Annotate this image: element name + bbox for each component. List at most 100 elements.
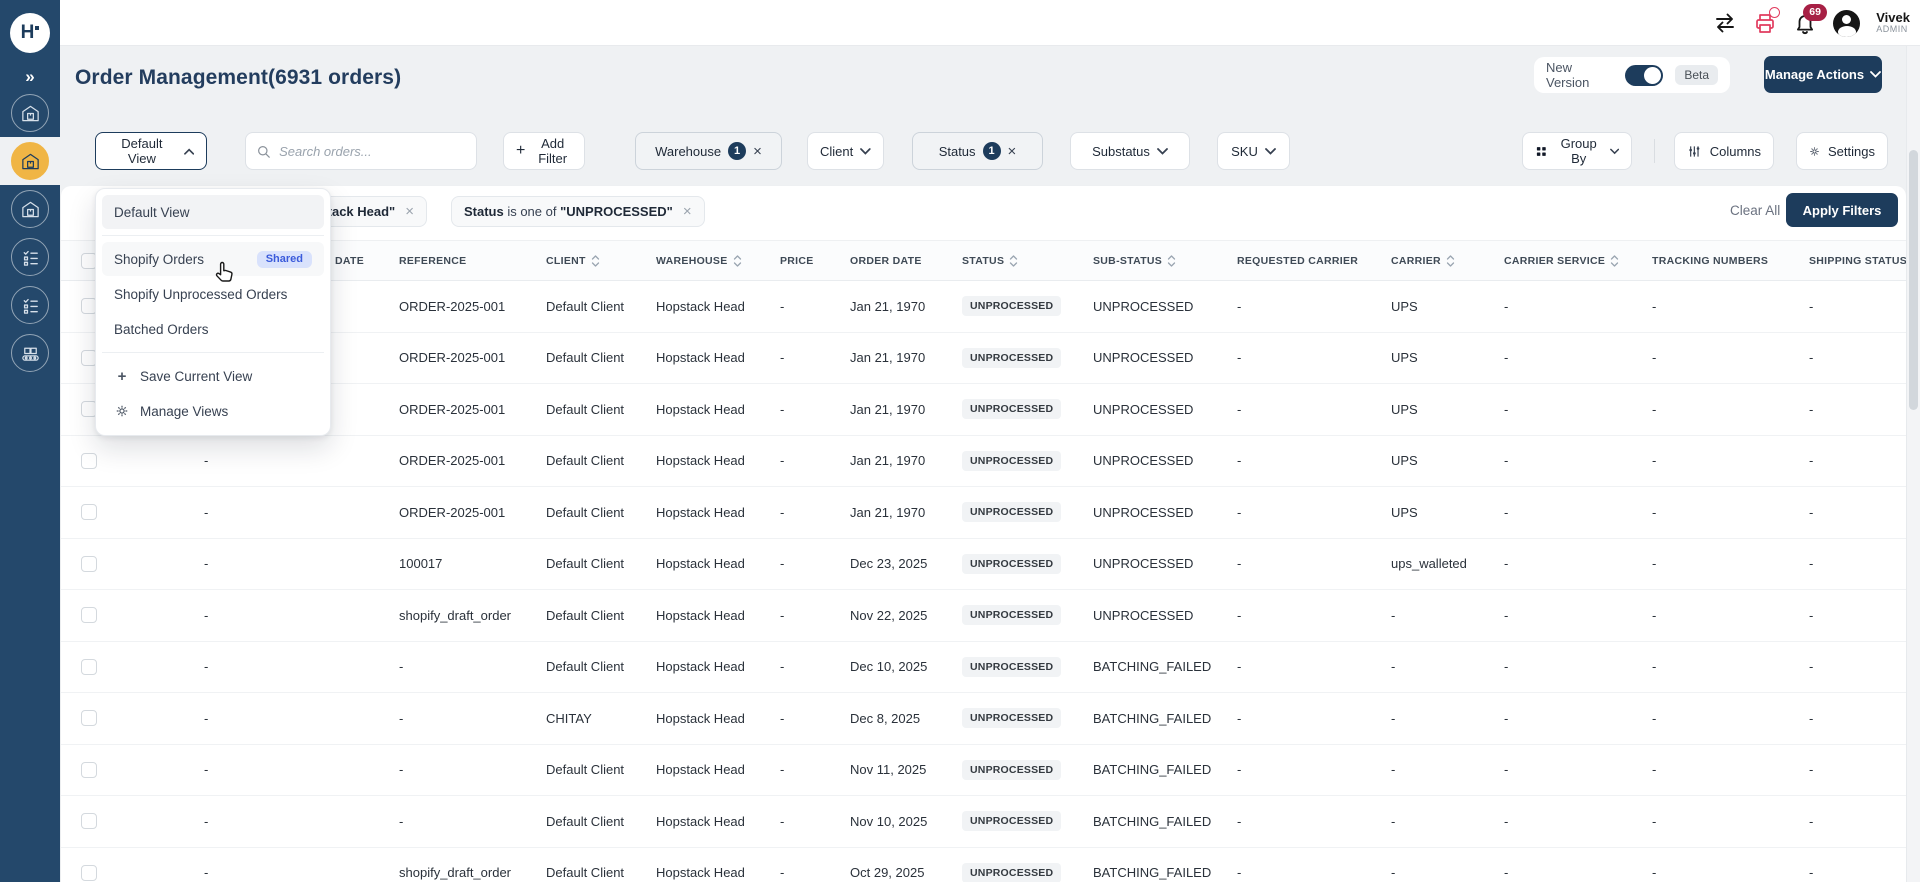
view-menu-item-label: Batched Orders [114,322,209,337]
cell-client: Default Client [546,453,656,468]
cell-sub-status: UNPROCESSED [1093,556,1237,571]
vertical-scrollbar[interactable] [1906,46,1920,882]
cell-requested-carrier: - [1237,505,1391,520]
columns-button[interactable]: Columns [1674,132,1774,170]
row-checkbox-cell [81,659,204,675]
cell-carrier: - [1391,608,1504,623]
new-version-toggle[interactable] [1625,65,1663,86]
row-checkbox[interactable] [81,659,97,675]
cell-sub-status: UNPROCESSED [1093,299,1237,314]
cell-status: UNPROCESSED [962,657,1093,677]
orders-table-card: Warehouse is one of "Hopstack Head"×Stat… [61,186,1906,882]
sidebar-item-4[interactable] [0,233,60,281]
table-row[interactable]: -100017Default ClientHopstack Head-Dec 2… [61,539,1906,591]
table-row[interactable]: -ORDER-2025-001Default ClientHopstack He… [61,436,1906,488]
scrollbar-thumb[interactable] [1909,150,1918,410]
remove-filter-icon[interactable]: × [753,144,762,159]
column-header-sub-status: SUB-STATUS [1093,254,1237,268]
row-checkbox[interactable] [81,762,97,778]
remove-chip-icon[interactable]: × [405,204,414,219]
user-avatar[interactable] [1833,10,1860,37]
manage-actions-button[interactable]: Manage Actions [1764,56,1882,93]
cell-client: Default Client [546,865,656,880]
filter-button-sku[interactable]: SKU [1217,132,1290,170]
sidebar-expand-icon[interactable]: » [0,64,60,90]
row-checkbox[interactable] [81,556,97,572]
cell-carrier-service: - [1504,299,1652,314]
table-row[interactable]: -shopify_draft_orderDefault ClientHopsta… [61,590,1906,642]
row-checkbox[interactable] [81,813,97,829]
new-version-label: New Version [1546,60,1613,90]
notifications-bell-icon[interactable]: 69 [1793,11,1817,35]
cell-shipping-status: - [1809,453,1906,468]
filter-button-substatus[interactable]: Substatus [1070,132,1190,170]
cell-warehouse: Hopstack Head [656,402,780,417]
view-menu-item-shopify-unprocessed-orders[interactable]: Shopify Unprocessed Orders [102,277,324,311]
table-row[interactable]: -ORDER-2025-001Default ClientHopstack He… [61,384,1906,436]
hopstack-logo[interactable]: H [10,13,50,53]
view-menu-item-shopify-orders[interactable]: Shopify OrdersShared [102,242,324,276]
cell-warehouse: Hopstack Head [656,659,780,674]
table-row[interactable]: -ORDER-2025-001Default ClientHopstack He… [61,281,1906,333]
sidebar-item-1[interactable] [0,89,60,137]
clear-all-button[interactable]: Clear All [1730,203,1780,218]
cell-shipping-status: - [1809,659,1906,674]
cell-shipping-status: - [1809,505,1906,520]
row-checkbox[interactable] [81,865,97,881]
view-menu-item-default-view[interactable]: Default View [102,195,324,229]
remove-chip-icon[interactable]: × [683,204,692,219]
cell-carrier-service: - [1504,350,1652,365]
table-row[interactable]: -shopify_draft_orderDefault ClientHopsta… [61,848,1906,882]
sidebar-item-5[interactable] [0,281,60,329]
cell-sub-status: UNPROCESSED [1093,402,1237,417]
remove-filter-icon[interactable]: × [1008,144,1017,159]
table-row[interactable]: --Default ClientHopstack Head-Dec 10, 20… [61,642,1906,694]
transfer-arrows-icon[interactable] [1713,11,1737,35]
settings-button[interactable]: Settings [1796,132,1888,170]
search-input[interactable] [279,144,466,159]
sidebar-item-6[interactable] [0,329,60,377]
cell-sub-status: BATCHING_FAILED [1093,711,1237,726]
row-checkbox[interactable] [81,710,97,726]
cell-shipping-status: - [1809,865,1906,880]
table-row[interactable]: --Default ClientHopstack Head-Nov 10, 20… [61,796,1906,848]
cell-reference: - [399,814,546,829]
filter-button-warehouse[interactable]: Warehouse1× [635,132,782,170]
topbar: 69 Vivek ADMIN [60,0,1920,46]
filter-button-client[interactable]: Client [807,132,884,170]
cell-client: Default Client [546,659,656,674]
sort-icon [733,254,742,268]
table-row[interactable]: -ORDER-2025-001Default ClientHopstack He… [61,487,1906,539]
sidebar-item-2-active[interactable] [0,137,60,185]
view-selector-button[interactable]: Default View [95,132,207,170]
status-badge: UNPROCESSED [962,657,1061,677]
cell-shipping-status: - [1809,402,1906,417]
column-header-label: SUB-STATUS [1093,255,1162,267]
row-checkbox[interactable] [81,504,97,520]
filter-button-status[interactable]: Status1× [912,132,1043,170]
table-row[interactable]: --Default ClientHopstack Head-Nov 11, 20… [61,745,1906,797]
cell-shipping-status: - [1809,556,1906,571]
table-row[interactable]: -ORDER-2025-001Default ClientHopstack He… [61,333,1906,385]
sort-icon [1610,254,1619,268]
sidebar-item-3[interactable] [0,185,60,233]
cell-carrier: UPS [1391,453,1504,468]
row-checkbox[interactable] [81,607,97,623]
user-block[interactable]: Vivek ADMIN [1876,11,1910,35]
view-menu-item-batched-orders[interactable]: Batched Orders [102,312,324,346]
cell-warehouse: Hopstack Head [656,814,780,829]
table-row[interactable]: --CHITAYHopstack Head-Dec 8, 2025UNPROCE… [61,693,1906,745]
group-by-button[interactable]: Group By [1522,132,1632,170]
view-menu-item-label: Shopify Orders [114,252,204,267]
printer-icon[interactable] [1753,11,1777,35]
add-filter-button[interactable]: + Add Filter [503,132,585,170]
apply-filters-button[interactable]: Apply Filters [1786,193,1898,227]
view-menu-action-save-current-view[interactable]: +Save Current View [102,359,324,393]
row-checkbox[interactable] [81,453,97,469]
cell-status: UNPROCESSED [962,760,1093,780]
column-header-carrier: CARRIER [1391,254,1504,268]
cell-warehouse: Hopstack Head [656,556,780,571]
cell-sub-status: UNPROCESSED [1093,453,1237,468]
cell-carrier-service: - [1504,556,1652,571]
view-menu-action-manage-views[interactable]: Manage Views [102,394,324,428]
